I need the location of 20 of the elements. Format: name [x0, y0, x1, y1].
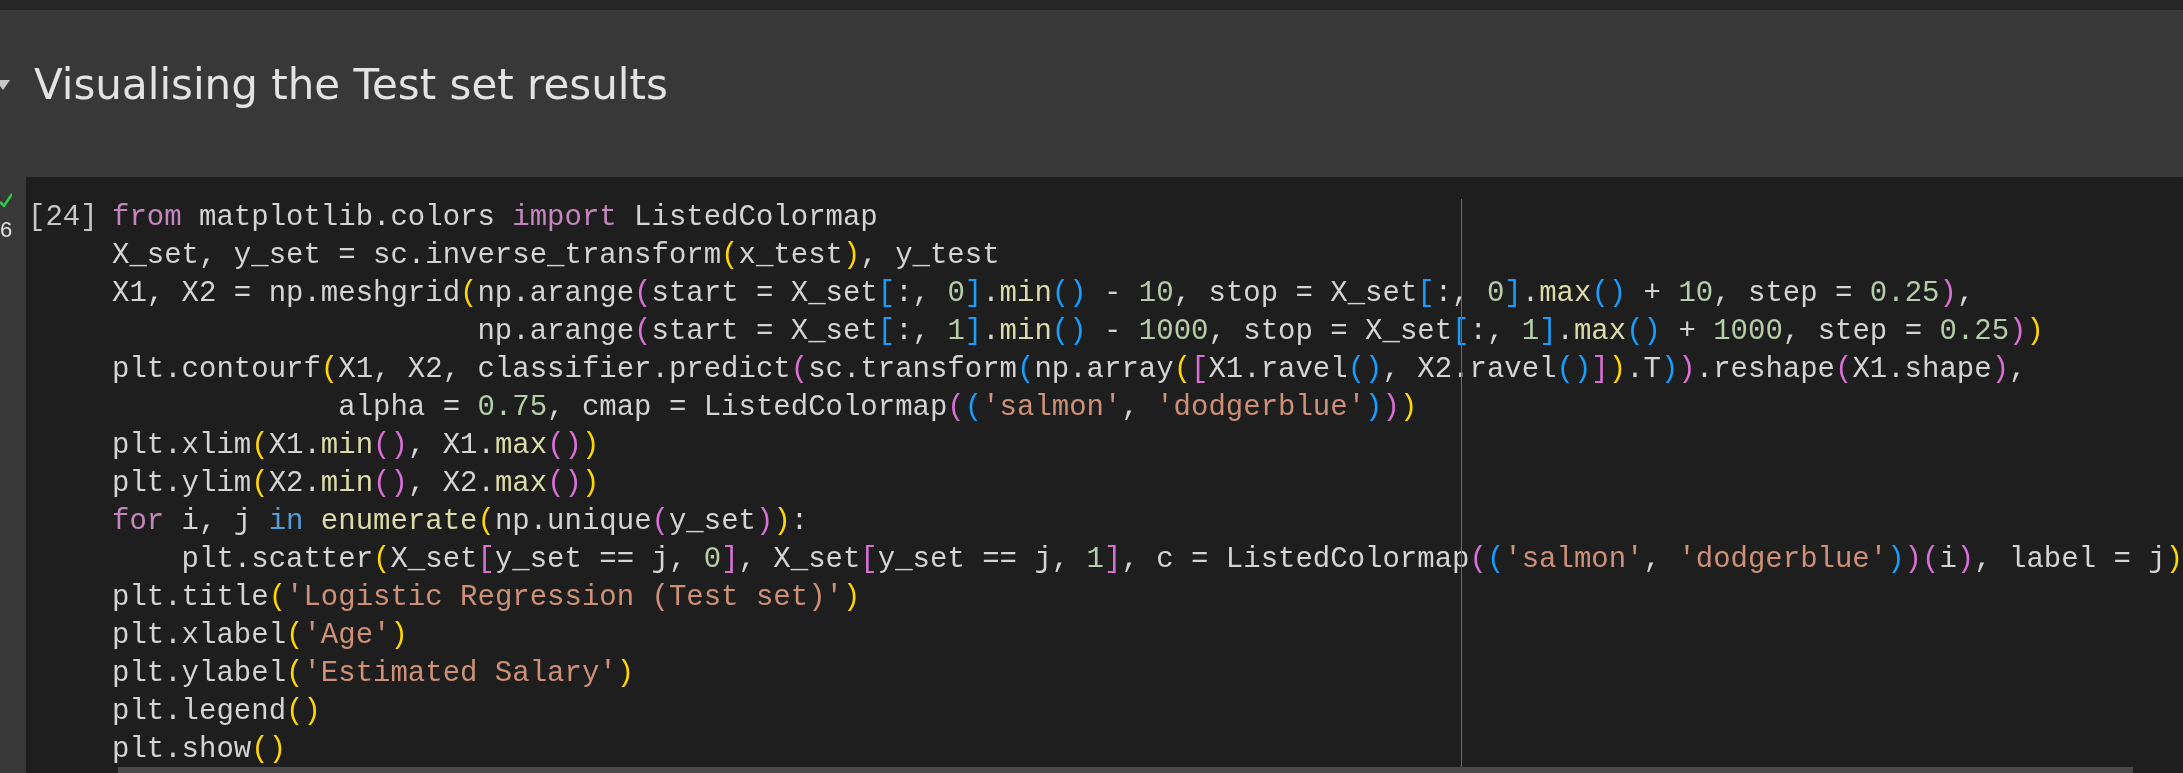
code-line: plt.contourf(X1, X2, classifier.predict(sc.transform(np.array([X1.ravel(), X2.ravel()]).T)).reshape(X1.shape), [112, 352, 2027, 388]
code-line: plt.show() [112, 732, 287, 768]
code-line: plt.title('Logistic Regression (Test set)') [112, 580, 861, 616]
code-line: plt.ylabel('Estimated Salary') [112, 656, 635, 692]
section-heading: Visualising the Test set results [34, 63, 668, 106]
code-line: for i, j in enumerate(np.unique(y_set)): [112, 504, 809, 540]
code-line: plt.scatter(X_set[y_set == j, 0], X_set[y_set == j, 1], c = ListedColormap(('salmon', 'dodgerblue'))(i), label = j) [180, 542, 2183, 578]
execution-count: [24] [28, 201, 98, 234]
code-line: np.arange(start = X_set[:, 1].min() - 1000, stop = X_set[:, 1].max() + 1000, step = 0.25)) [476, 314, 2044, 350]
execution-time: 6 [0, 219, 13, 241]
code-line: X_set, y_set = sc.inverse_transform(x_test), y_test [112, 238, 1000, 274]
code-line: from matplotlib.colors import ListedColormap [112, 200, 878, 236]
code-line: alpha = 0.75, cmap = ListedColormap(('salmon', 'dodgerblue'))) [337, 390, 1418, 426]
code-line: plt.legend() [112, 694, 321, 730]
code-line: plt.xlabel('Age') [112, 618, 408, 654]
code-line: plt.xlim(X1.min(), X1.max()) [112, 428, 600, 464]
collapse-caret-icon[interactable] [0, 79, 10, 90]
code-line: plt.ylim(X2.min(), X2.max()) [112, 466, 600, 502]
horizontal-scrollbar[interactable] [118, 767, 2134, 773]
code-line: X1, X2 = np.meshgrid(np.arange(start = X_set[:, 0].min() - 10, stop = X_set[:, 0].max() + 10, step = 0.25), [112, 276, 1975, 312]
